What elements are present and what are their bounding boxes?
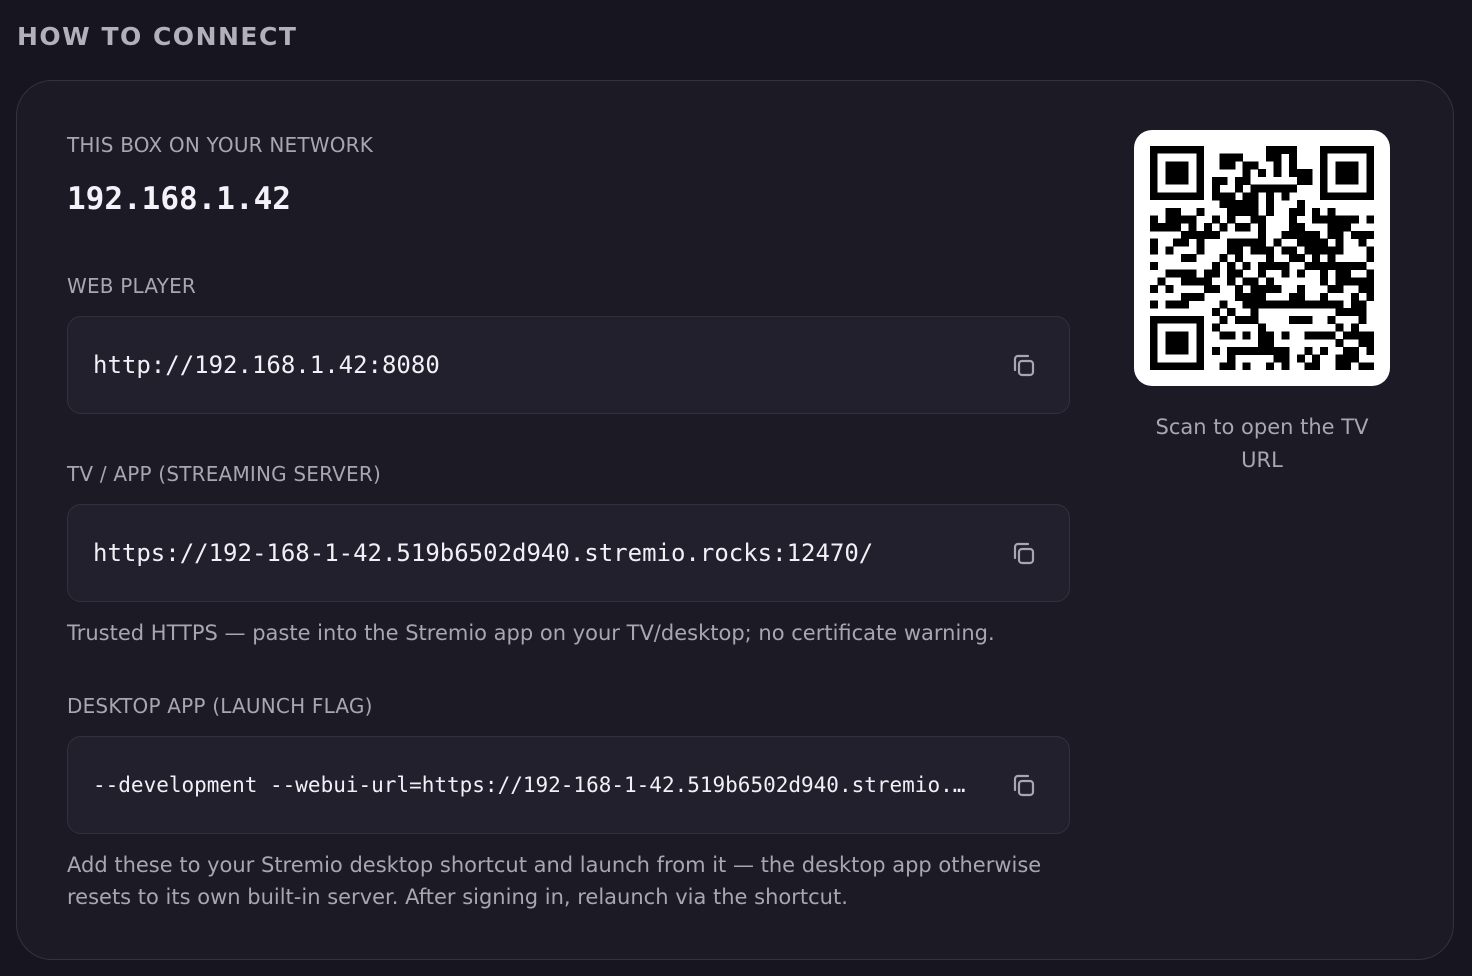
- web-player-field: http://192.168.1.42:8080: [67, 316, 1070, 414]
- copy-icon: [1013, 354, 1035, 377]
- network-ip: 192.168.1.42: [67, 181, 291, 217]
- copy-icon: [1013, 542, 1035, 565]
- tv-app-url[interactable]: https://192-168-1-42.519b6502d940.stremi…: [93, 505, 873, 601]
- web-player-label: WEB PLAYER: [67, 274, 197, 298]
- tv-app-label: TV / APP (STREAMING SERVER): [67, 462, 381, 486]
- qr-code: [1134, 130, 1390, 386]
- copy-web-player-button[interactable]: [1009, 351, 1039, 381]
- desktop-app-label: DESKTOP APP (LAUNCH FLAG): [67, 694, 373, 718]
- desktop-app-flags[interactable]: --development --webui-url=https://192-16…: [93, 737, 973, 833]
- qr-caption: Scan to open the TV URL: [1155, 415, 1369, 472]
- tv-app-hint: Trusted HTTPS — paste into the Stremio a…: [67, 621, 995, 645]
- desktop-app-hint: Add these to your Stremio desktop shortc…: [67, 853, 1042, 909]
- desktop-app-field: --development --webui-url=https://192-16…: [67, 736, 1070, 834]
- section-title: HOW TO CONNECT: [17, 22, 298, 51]
- web-player-url[interactable]: http://192.168.1.42:8080: [93, 317, 440, 413]
- network-label: THIS BOX ON YOUR NETWORK: [67, 133, 374, 157]
- copy-desktop-app-button[interactable]: [1009, 771, 1039, 801]
- connect-card: THIS BOX ON YOUR NETWORK 192.168.1.42 WE…: [16, 80, 1454, 960]
- copy-tv-app-button[interactable]: [1009, 539, 1039, 569]
- qr-code-icon: [1150, 146, 1374, 370]
- tv-app-field: https://192-168-1-42.519b6502d940.stremi…: [67, 504, 1070, 602]
- copy-icon: [1013, 774, 1035, 797]
